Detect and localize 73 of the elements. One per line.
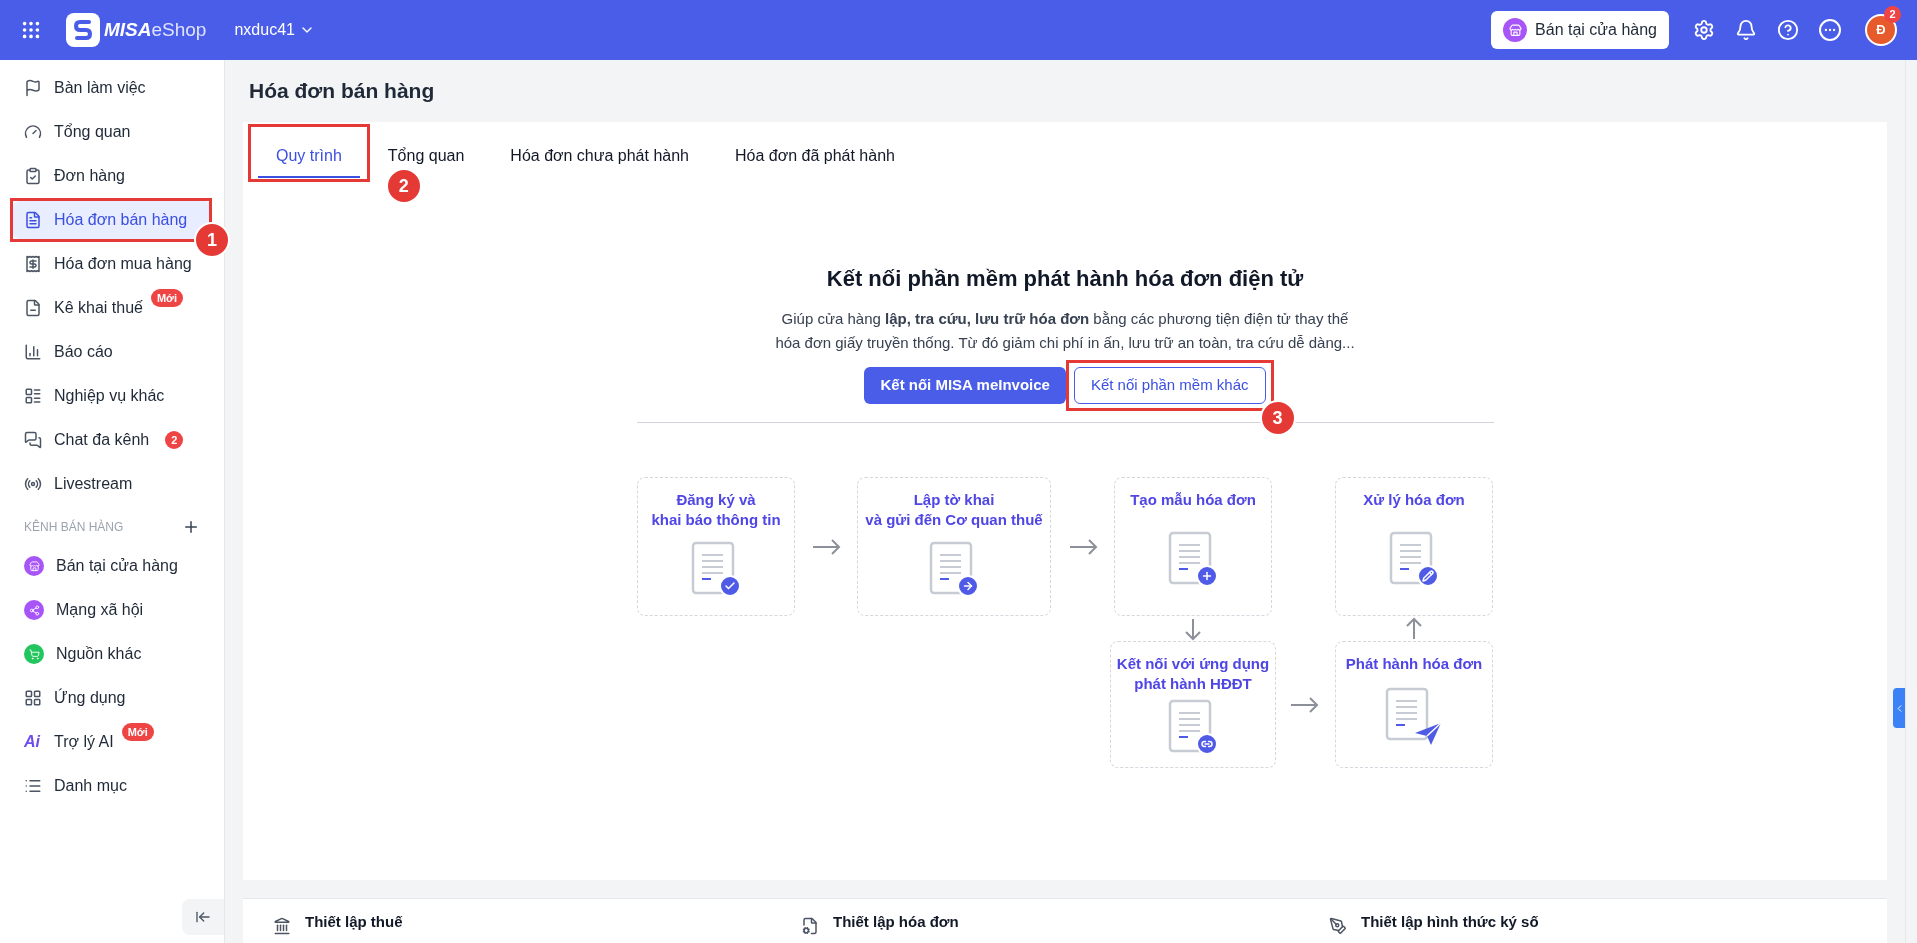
document-arrow-icon: [929, 540, 979, 597]
logo-icon: [66, 13, 100, 47]
sidebar-item[interactable]: Ứng dụng: [12, 679, 212, 717]
step-title: Phát hành hóa đơn: [1345, 654, 1483, 674]
side-panel-toggle[interactable]: [1893, 688, 1905, 728]
sidebar-item[interactable]: Kê khai thuế Mới: [12, 289, 212, 327]
document-link-icon: [1168, 698, 1218, 755]
sidebar-item[interactable]: Bàn làm việc: [12, 69, 212, 107]
notification-icon[interactable]: [1735, 19, 1757, 41]
help-icon[interactable]: [1777, 19, 1799, 41]
settings-title[interactable]: Thiết lập thuế: [305, 911, 403, 934]
sidebar-item[interactable]: Mạng xã hội: [12, 591, 212, 629]
sidebar-item[interactable]: Chat đa kênh 2: [12, 421, 212, 459]
document-send-icon: [1385, 686, 1443, 747]
store-icon: [1503, 18, 1528, 42]
sidebar-item[interactable]: Danh mục: [12, 767, 212, 805]
document-edit-icon: [1389, 530, 1439, 587]
tab[interactable]: Quy trình: [258, 136, 360, 178]
step-title: Xử lý hóa đơn: [1363, 490, 1465, 510]
document-check-icon: [691, 540, 741, 597]
page-title: Hóa đơn bán hàng: [248, 78, 436, 105]
brand-suffix: eShop: [151, 17, 207, 42]
brand-name: MISA: [104, 17, 152, 42]
list-layout-icon: [24, 387, 42, 405]
list-icon: [24, 777, 42, 795]
step-title: Lập tờ khai và gửi đến Cơ quan thuế: [865, 490, 1043, 530]
chat-bubbles-icon: [24, 431, 42, 449]
new-tag: Mới: [121, 723, 154, 741]
sidebar-item[interactable]: Ai Trợ lý AI Mới: [12, 723, 212, 761]
account-switcher[interactable]: nxduc41: [234, 18, 315, 42]
document-icon: [24, 211, 42, 229]
receipt-icon: [24, 255, 42, 273]
intro-text: Giúp cửa hàng lập, tra cứu, lưu trữ hóa đơn bằng các phương tiện điện tử thay thế: [781, 309, 1349, 329]
connect-primary-button[interactable]: Kết nối MISA meInvoice: [864, 367, 1066, 404]
section-title: KÊNH BÁN HÀNG: [24, 518, 124, 536]
step-title: Đăng ký và khai báo thông tin: [651, 490, 781, 530]
intro-heading: Kết nối phần mềm phát hành hóa đơn điện tử: [826, 265, 1304, 293]
sidebar-item[interactable]: Nghiệp vụ khác: [12, 377, 212, 415]
broadcast-icon: [24, 475, 42, 493]
step-title: Kết nối với ứng dụng phát hành HĐĐT: [1116, 654, 1270, 694]
apps-grid-icon: [24, 689, 42, 707]
tab[interactable]: Hóa đơn đã phát hành: [717, 136, 913, 178]
ai-logo: Ai: [24, 732, 41, 752]
step-marker: 1: [194, 222, 230, 258]
step-marker: 3: [1259, 400, 1296, 436]
more-icon[interactable]: [1819, 19, 1841, 41]
settings-title[interactable]: Thiết lập hình thức ký số: [1361, 911, 1539, 934]
sidebar-item[interactable]: Tổng quan: [12, 113, 212, 151]
collapse-icon: [195, 909, 211, 925]
step-title: Tạo mẫu hóa đơn: [1130, 490, 1256, 510]
intro-text: hóa đơn giấy truyền thống. Từ đó giảm chi phí in ấn, lưu trữ an toàn, tra cứu dễ dàng...: [775, 333, 1355, 353]
step-marker: 2: [385, 168, 422, 204]
gauge-icon: [24, 123, 42, 141]
settings-title[interactable]: Thiết lập hóa đơn: [833, 911, 959, 934]
unread-count: 2: [165, 431, 184, 449]
sidebar-item[interactable]: Báo cáo: [12, 333, 212, 371]
sidebar-item[interactable]: Bán tại cửa hàng: [12, 547, 212, 585]
sidebar-item[interactable]: Livestream: [12, 465, 212, 503]
notification-count: 2: [1884, 6, 1901, 23]
document-plus-icon: [1168, 530, 1218, 587]
sidebar-item[interactable]: Đơn hàng: [12, 157, 212, 195]
collapse-sidebar-button[interactable]: [182, 899, 224, 935]
document-minus-icon: [24, 299, 42, 317]
app-grid-icon[interactable]: [20, 19, 42, 41]
sidebar-item[interactable]: Nguồn khác: [12, 635, 212, 673]
tab[interactable]: Hóa đơn chưa phát hành: [492, 136, 707, 178]
bar-chart-icon: [24, 343, 42, 361]
store-sale-button[interactable]: Bán tại cửa hàng: [1491, 11, 1669, 49]
new-tag: Mới: [150, 289, 183, 307]
clipboard-check-icon: [24, 167, 42, 185]
flag-icon: [24, 79, 42, 97]
add-channel-icon[interactable]: [182, 518, 200, 536]
connect-other-button[interactable]: Kết nối phần mềm khác: [1073, 367, 1266, 404]
